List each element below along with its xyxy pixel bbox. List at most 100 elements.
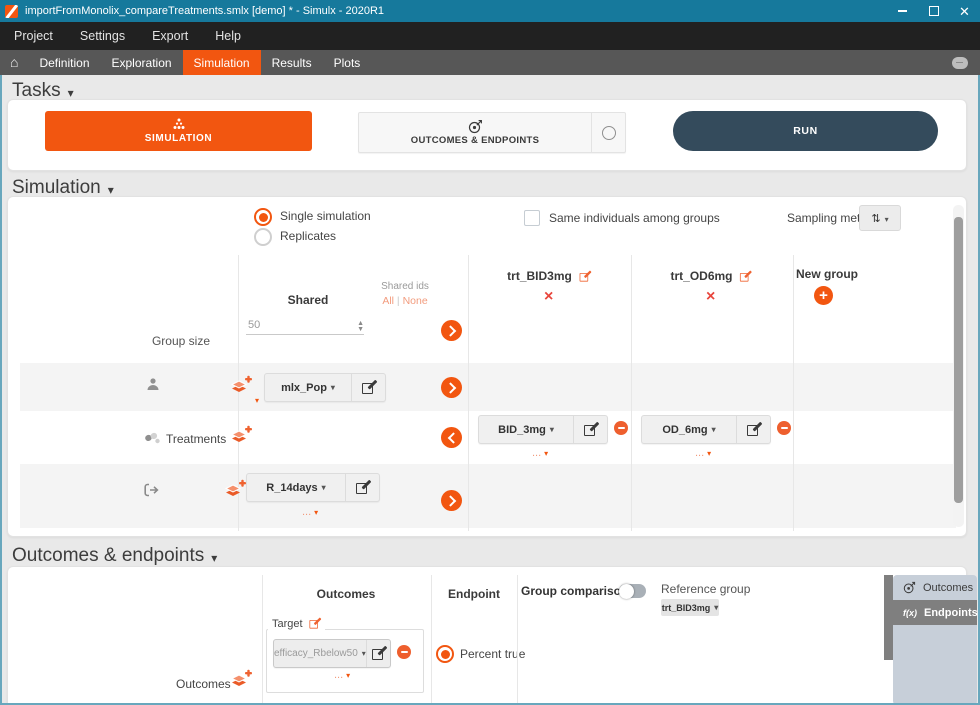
- outcomes-section-header[interactable]: Outcomes & endpoints: [12, 545, 217, 567]
- chevron-down-icon: [714, 604, 718, 612]
- add-group-button[interactable]: +: [814, 286, 833, 305]
- close-icon: ✕: [959, 5, 970, 18]
- group-comparison-toggle[interactable]: [619, 584, 646, 598]
- group-size-stepper[interactable]: ▲▼: [357, 321, 364, 334]
- rename-group-icon[interactable]: [740, 271, 750, 281]
- outputs-edit-button[interactable]: [346, 474, 379, 501]
- group-comparison-label: Group comparison: [521, 584, 628, 598]
- target-outcome-select[interactable]: efficacy_Rbelow50: [273, 639, 391, 668]
- chevron-down-icon: [707, 448, 711, 459]
- target-outcome-value[interactable]: efficacy_Rbelow50: [274, 640, 367, 667]
- simulation-task-button[interactable]: SIMULATION: [45, 111, 312, 151]
- delete-group2-icon[interactable]: [706, 289, 715, 305]
- replicates-label[interactable]: Replicates: [280, 229, 336, 243]
- group-size-input[interactable]: 50 ▲▼: [246, 319, 364, 335]
- tasks-section-header[interactable]: Tasks: [12, 80, 74, 102]
- shared-ids-all-link[interactable]: All: [382, 295, 394, 307]
- outcomes-endpoints-main[interactable]: OUTCOMES & ENDPOINTS: [359, 113, 592, 152]
- menu-help[interactable]: Help: [215, 29, 241, 43]
- tab-results[interactable]: Results: [261, 50, 323, 75]
- add-parameters-layers-icon[interactable]: [230, 375, 252, 400]
- chevron-down-icon: [885, 210, 889, 226]
- chevron-down-icon: [544, 448, 548, 459]
- target-edit-button[interactable]: [367, 640, 390, 667]
- edit-target-icon[interactable]: [309, 618, 319, 628]
- outputs-select-value[interactable]: R_14days: [247, 474, 346, 501]
- treatment-group2-value[interactable]: OD_6mg: [642, 416, 737, 443]
- more-treatments-group1-link[interactable]: ...: [532, 447, 548, 459]
- same-individuals-checkbox[interactable]: [524, 210, 540, 226]
- outcomes-endpoints-status[interactable]: [592, 113, 625, 152]
- replicates-radio[interactable]: [254, 228, 272, 246]
- reference-group-select[interactable]: trt_BID3mg: [661, 599, 719, 616]
- treatment-group1-value[interactable]: BID_3mg: [479, 416, 574, 443]
- new-group-label: New group: [796, 267, 858, 281]
- share-group-size-button[interactable]: [441, 320, 462, 341]
- feedback-chat-icon[interactable]: [952, 57, 968, 69]
- column-divider: [262, 575, 263, 705]
- add-outcomes-layers-icon[interactable]: [230, 669, 252, 694]
- home-icon[interactable]: [10, 54, 18, 72]
- single-simulation-label[interactable]: Single simulation: [280, 209, 371, 223]
- ellipsis-text: ...: [334, 669, 343, 681]
- more-outcomes-link[interactable]: ...: [334, 669, 350, 681]
- more-treatments-group2-link[interactable]: ...: [695, 447, 711, 459]
- treatment-group2-select[interactable]: OD_6mg: [641, 415, 771, 444]
- edit-icon: [584, 423, 597, 436]
- simulation-card: Single simulation Replicates Same indivi…: [7, 196, 967, 537]
- tab-simulation[interactable]: Simulation: [183, 50, 261, 75]
- edit-icon: [747, 423, 760, 436]
- share-outputs-button[interactable]: [441, 490, 462, 511]
- tab-exploration[interactable]: Exploration: [101, 50, 183, 75]
- chevron-down-icon: [712, 424, 716, 435]
- close-button[interactable]: ✕: [949, 0, 980, 22]
- pill-icon: [144, 431, 160, 449]
- menu-settings[interactable]: Settings: [80, 29, 125, 43]
- chevron-down-icon: [550, 424, 554, 435]
- side-tab-endpoints[interactable]: Endpoints: [893, 600, 977, 625]
- remove-treatment-group1-button[interactable]: [614, 421, 628, 435]
- sampling-method-dropdown[interactable]: [859, 205, 901, 231]
- rename-group-icon[interactable]: [579, 271, 589, 281]
- shared-ids-none-link[interactable]: None: [403, 295, 428, 307]
- outputs-select[interactable]: R_14days: [246, 473, 380, 502]
- menu-project[interactable]: Project: [14, 29, 53, 43]
- outcomes-endpoints-label: OUTCOMES & ENDPOINTS: [411, 135, 539, 146]
- output-arrow-icon: [144, 483, 160, 502]
- parameters-select-value[interactable]: mlx_Pop: [265, 374, 352, 401]
- minimize-button[interactable]: [887, 0, 918, 22]
- percent-true-radio[interactable]: [436, 645, 454, 663]
- remove-treatment-group2-button[interactable]: [777, 421, 791, 435]
- parameters-select[interactable]: mlx_Pop: [264, 373, 386, 402]
- parameters-options-caret[interactable]: [255, 390, 259, 408]
- menu-export[interactable]: Export: [152, 29, 188, 43]
- tasks-card: SIMULATION OUTCOMES & ENDPOINTS RUN: [7, 99, 967, 171]
- treatment-group2-edit-button[interactable]: [737, 416, 770, 443]
- parameters-edit-button[interactable]: [352, 374, 385, 401]
- treatment-group1-select[interactable]: BID_3mg: [478, 415, 608, 444]
- same-individuals-label[interactable]: Same individuals among groups: [549, 211, 720, 225]
- remove-target-button[interactable]: [397, 645, 411, 659]
- simulation-scrollbar-thumb[interactable]: [954, 217, 963, 503]
- simulation-section-header[interactable]: Simulation: [12, 177, 114, 199]
- app-window: importFromMonolix_compareTreatments.smlx…: [0, 0, 980, 705]
- tab-definition[interactable]: Definition: [28, 50, 100, 75]
- ellipsis-text: ...: [302, 506, 311, 518]
- add-outputs-layers-icon[interactable]: [224, 479, 246, 504]
- side-tab-outcomes[interactable]: Outcomes: [893, 575, 977, 600]
- delete-group1-icon[interactable]: [544, 289, 553, 305]
- ellipsis-text: ...: [695, 447, 704, 459]
- treatment-group1-edit-button[interactable]: [574, 416, 607, 443]
- more-outputs-link[interactable]: ...: [302, 506, 318, 518]
- chevron-down-icon: [314, 507, 318, 518]
- maximize-button[interactable]: [918, 0, 949, 22]
- run-button[interactable]: RUN: [673, 111, 938, 151]
- simulation-scrollbar-track[interactable]: [953, 205, 964, 527]
- add-treatments-layers-icon[interactable]: [230, 425, 252, 450]
- outcomes-endpoints-task-button[interactable]: OUTCOMES & ENDPOINTS: [358, 112, 626, 153]
- tab-plots[interactable]: Plots: [323, 50, 372, 75]
- unshare-treatments-button[interactable]: [441, 427, 462, 448]
- share-parameters-button[interactable]: [441, 377, 462, 398]
- single-simulation-radio[interactable]: [254, 208, 272, 226]
- percent-true-label[interactable]: Percent true: [460, 647, 525, 661]
